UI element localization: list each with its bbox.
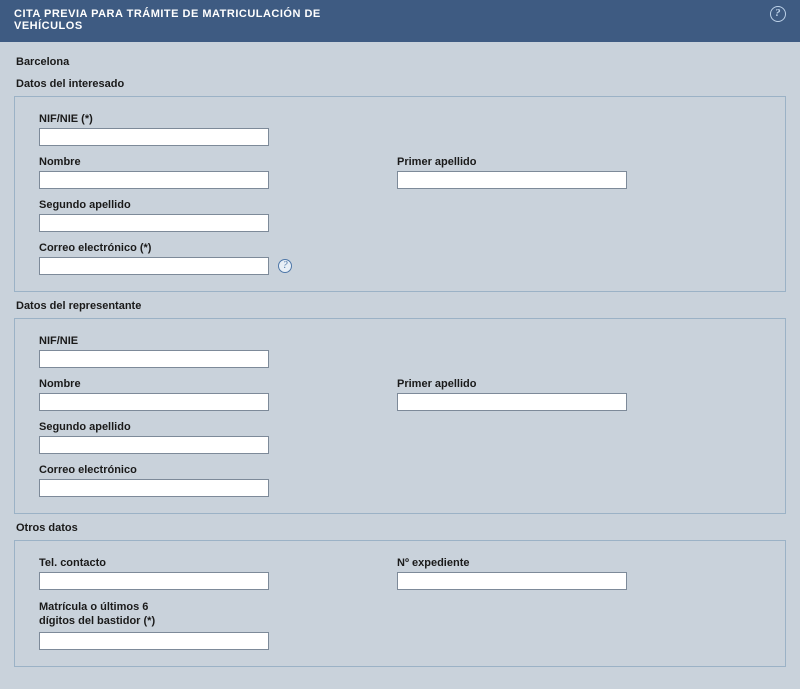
section-box-otros: Tel. contacto Nº expediente Matrícula o … <box>14 540 786 667</box>
section-title-representante: Datos del representante <box>16 300 786 312</box>
help-icon[interactable]: ? <box>770 6 786 22</box>
input-interesado-correo[interactable] <box>39 257 269 275</box>
input-interesado-apellido1[interactable] <box>397 171 627 189</box>
input-rep-nif[interactable] <box>39 350 269 368</box>
label-interesado-nombre: Nombre <box>39 156 377 168</box>
label-otros-expediente: Nº expediente <box>397 557 761 569</box>
input-interesado-nombre[interactable] <box>39 171 269 189</box>
location-label: Barcelona <box>16 56 786 68</box>
section-box-representante: NIF/NIE Nombre Primer apellido Segundo a… <box>14 318 786 514</box>
label-rep-nombre: Nombre <box>39 378 377 390</box>
input-rep-apellido1[interactable] <box>397 393 627 411</box>
label-otros-tel: Tel. contacto <box>39 557 377 569</box>
input-otros-tel[interactable] <box>39 572 269 590</box>
label-otros-matricula: Matrícula o últimos 6 dígitos del bastid… <box>39 600 377 629</box>
label-otros-matricula-l1: Matrícula o últimos 6 <box>39 601 148 613</box>
label-rep-apellido2: Segundo apellido <box>39 421 377 433</box>
input-otros-expediente[interactable] <box>397 572 627 590</box>
input-rep-nombre[interactable] <box>39 393 269 411</box>
page-title-line2: VEHÍCULOS <box>14 20 83 32</box>
page-title-line1: CITA PREVIA PARA TRÁMITE DE MATRICULACIÓ… <box>14 8 321 20</box>
section-title-otros: Otros datos <box>16 522 786 534</box>
label-interesado-correo: Correo electrónico (*) <box>39 242 377 254</box>
section-box-interesado: NIF/NIE (*) Nombre Primer apellido Segun… <box>14 96 786 292</box>
label-otros-matricula-l2: dígitos del bastidor (*) <box>39 615 155 627</box>
content-area: Barcelona Datos del interesado NIF/NIE (… <box>0 42 800 689</box>
label-interesado-apellido2: Segundo apellido <box>39 199 377 211</box>
input-rep-correo[interactable] <box>39 479 269 497</box>
help-icon-correo[interactable]: ? <box>278 259 292 273</box>
label-rep-nif: NIF/NIE <box>39 335 377 347</box>
input-interesado-nif[interactable] <box>39 128 269 146</box>
header-bar: CITA PREVIA PARA TRÁMITE DE MATRICULACIÓ… <box>0 0 800 42</box>
section-title-interesado: Datos del interesado <box>16 78 786 90</box>
input-rep-apellido2[interactable] <box>39 436 269 454</box>
input-interesado-apellido2[interactable] <box>39 214 269 232</box>
label-interesado-nif: NIF/NIE (*) <box>39 113 377 125</box>
label-rep-correo: Correo electrónico <box>39 464 377 476</box>
label-rep-apellido1: Primer apellido <box>397 378 761 390</box>
input-otros-matricula[interactable] <box>39 632 269 650</box>
label-interesado-apellido1: Primer apellido <box>397 156 761 168</box>
